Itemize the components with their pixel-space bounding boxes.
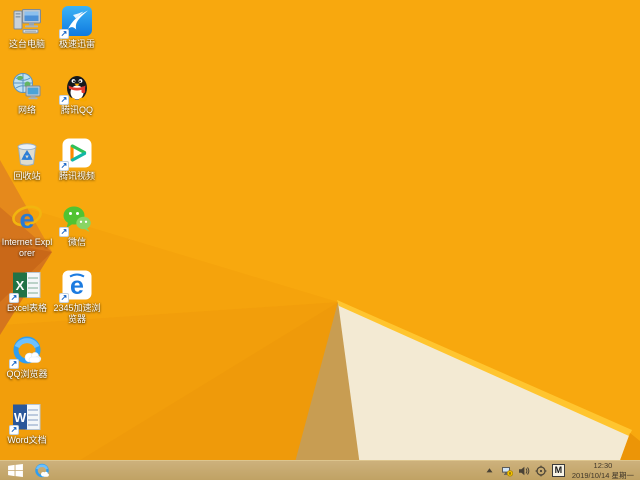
qq-browser-icon — [35, 463, 49, 477]
desktop-icon-xunlei[interactable]: ↗ 极速迅雷 — [50, 5, 104, 50]
desktop-icon-label: 2345加速浏览器 — [53, 303, 101, 324]
shortcut-arrow-icon: ↗ — [59, 293, 69, 303]
network-status-icon[interactable] — [501, 465, 513, 477]
start-button[interactable] — [0, 461, 30, 480]
shortcut-arrow-icon: ↗ — [9, 425, 19, 435]
desktop-icon-area: 这台电脑 ↗ 极速迅雷 网络 ↗ 腾讯QQ 回收站 ↗ 腾讯视频 e Inter… — [0, 0, 640, 460]
volume-icon[interactable] — [518, 465, 530, 477]
desktop-icon-label: 微信 — [67, 237, 86, 247]
internet-explorer-icon: e — [11, 203, 43, 235]
this-pc-icon — [11, 5, 43, 37]
svg-text:X: X — [16, 278, 25, 293]
desktop-icon-wechat[interactable]: ↗ 微信 — [50, 203, 104, 248]
wechat-icon: ↗ — [59, 203, 93, 237]
shortcut-arrow-icon: ↗ — [9, 293, 19, 303]
desktop-icon-label: 腾讯视频 — [58, 171, 95, 181]
svg-text:e: e — [19, 204, 34, 234]
desktop-icon-tencent-video[interactable]: ↗ 腾讯视频 — [50, 137, 104, 182]
shortcut-arrow-icon: ↗ — [9, 359, 19, 369]
taskbar: M 12:30 2019/10/14 星期一 — [0, 460, 640, 480]
desktop-icon-label: Excel表格 — [6, 303, 47, 313]
desktop-icon-this-pc[interactable]: 这台电脑 — [0, 5, 54, 50]
tencent-video-icon: ↗ — [59, 137, 93, 171]
desktop-icon-label: Internet Explorer — [1, 237, 53, 258]
qq-browser-icon: ↗ — [9, 335, 43, 369]
shortcut-arrow-icon: ↗ — [59, 227, 69, 237]
recycle-bin-icon — [11, 137, 43, 169]
shortcut-arrow-icon: ↗ — [59, 95, 69, 105]
taskbar-clock[interactable]: 12:30 2019/10/14 星期一 — [570, 461, 636, 480]
desktop-icon-browser-2345[interactable]: e ↗ 2345加速浏览器 — [50, 269, 104, 325]
desktop-icon-label: 这台电脑 — [8, 39, 45, 49]
browser-2345-icon: e ↗ — [59, 269, 93, 303]
desktop-icon-label: 腾讯QQ — [60, 105, 93, 115]
desktop-icon-label: QQ浏览器 — [6, 369, 48, 379]
desktop-icon-excel[interactable]: X ↗ Excel表格 — [0, 269, 54, 314]
taskbar-qq-browser-button[interactable] — [30, 461, 54, 480]
excel-icon: X ↗ — [9, 269, 43, 303]
hidden-icons-chevron-icon[interactable] — [484, 465, 496, 477]
desktop-icon-word[interactable]: W ↗ Word文档 — [0, 401, 54, 446]
tencent-qq-icon: ↗ — [59, 71, 93, 105]
clock-time: 12:30 — [593, 461, 613, 471]
shortcut-arrow-icon: ↗ — [59, 29, 69, 39]
desktop-icon-label: 网络 — [17, 105, 36, 115]
desktop-icon-tencent-qq[interactable]: ↗ 腾讯QQ — [50, 71, 104, 116]
shortcut-arrow-icon: ↗ — [59, 161, 69, 171]
desktop-icon-label: Word文档 — [7, 435, 47, 445]
system-tray: M 12:30 2019/10/14 星期一 — [484, 461, 640, 480]
network-icon — [11, 71, 43, 103]
clock-date: 2019/10/14 星期一 — [571, 470, 634, 480]
safety-target-icon[interactable] — [535, 465, 547, 477]
word-icon: W ↗ — [9, 401, 43, 435]
svg-text:W: W — [14, 410, 27, 425]
desktop-icon-qq-browser[interactable]: ↗ QQ浏览器 — [0, 335, 54, 380]
desktop-icon-label: 回收站 — [13, 171, 41, 181]
desktop-icon-label: 极速迅雷 — [58, 39, 95, 49]
desktop-icon-recycle-bin[interactable]: 回收站 — [0, 137, 54, 182]
windows-desktop: { "wallpaper": { "colors": { "base": "#F… — [0, 0, 640, 480]
windows-logo-icon — [7, 464, 23, 477]
desktop-icon-internet-explorer[interactable]: e Internet Explorer — [0, 203, 54, 259]
desktop-icon-network[interactable]: 网络 — [0, 71, 54, 116]
xunlei-icon: ↗ — [59, 5, 93, 39]
input-method-indicator[interactable]: M — [551, 464, 565, 477]
